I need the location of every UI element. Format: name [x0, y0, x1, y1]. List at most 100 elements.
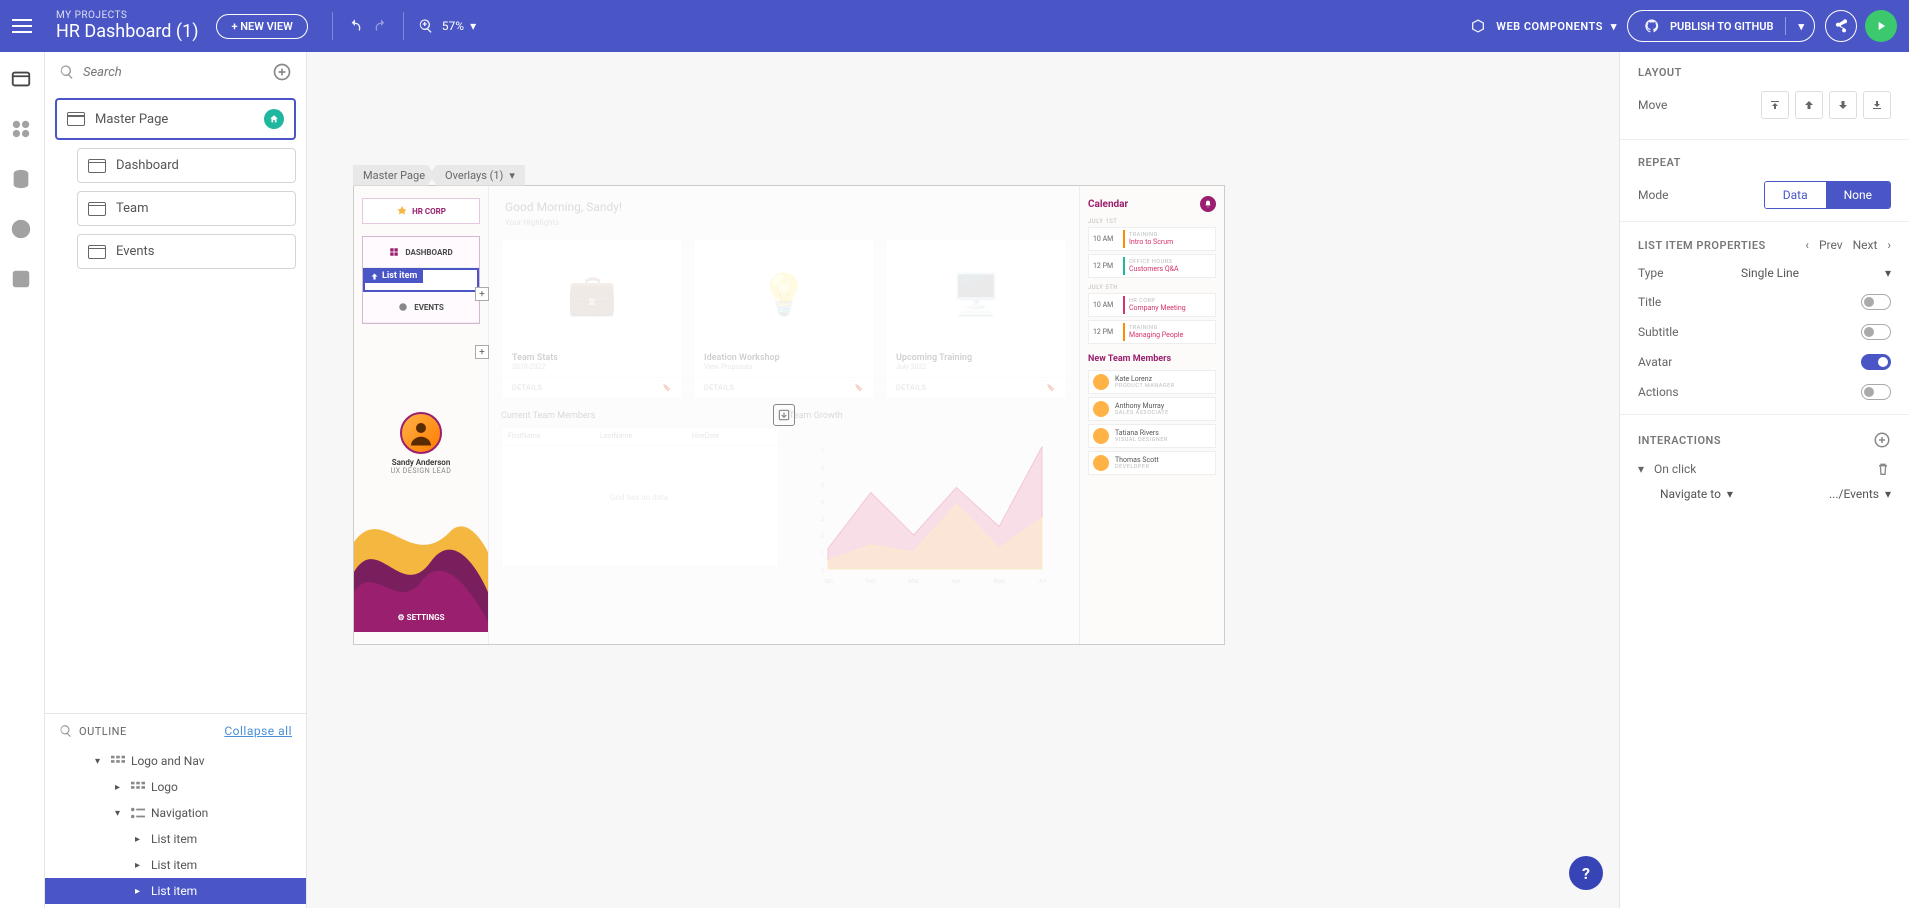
framework-label: WEB COMPONENTS: [1496, 20, 1603, 33]
actions-toggle[interactable]: [1861, 384, 1891, 400]
design-nav-listitem-selected[interactable]: List item: [363, 268, 479, 292]
move-down-button[interactable]: [1829, 91, 1857, 119]
help-button[interactable]: ?: [1569, 856, 1603, 890]
undo-icon[interactable]: [345, 16, 365, 36]
svg-text:Jul: Jul: [1038, 578, 1046, 585]
mode-none-button[interactable]: None: [1826, 182, 1890, 208]
target-select[interactable]: .../Events▾: [1829, 487, 1891, 501]
avatar-toggle[interactable]: [1861, 354, 1891, 370]
search-input[interactable]: [83, 65, 264, 80]
add-interaction-icon[interactable]: [1873, 431, 1891, 449]
share-button[interactable]: [1825, 10, 1857, 42]
chevron-down-icon: ▾: [1885, 487, 1891, 501]
svg-text:0: 0: [821, 567, 825, 574]
svg-text:May: May: [994, 578, 1005, 585]
page-label: Master Page: [95, 112, 168, 127]
chevron-down-icon: ▾: [1727, 487, 1733, 501]
action-select[interactable]: Navigate to▾: [1660, 487, 1733, 501]
chevron-down-icon[interactable]: ▾: [1638, 462, 1644, 476]
move-top-button[interactable]: [1761, 91, 1789, 119]
tree-label: Navigation: [151, 806, 208, 820]
page-icon: [88, 202, 106, 216]
tree-item[interactable]: ▾Navigation: [45, 800, 306, 826]
artboard[interactable]: HR CORP DASHBOARD List item: [353, 185, 1225, 645]
prop-label: Actions: [1638, 385, 1679, 399]
outline-header: OUTLINE Collapse all: [45, 713, 306, 748]
highlight-card: 💼 Team Stats 2010-2022 DETAILS🔖: [501, 239, 683, 399]
tree-item[interactable]: ▸List item: [45, 852, 306, 878]
team-member: Tatiana RiversVISUAL DESIGNER: [1088, 424, 1216, 448]
subtitle-toggle[interactable]: [1861, 324, 1891, 340]
svg-text:6: 6: [821, 465, 825, 472]
section-label: LAYOUT: [1638, 66, 1891, 79]
design-nav-events[interactable]: EVENTS: [363, 292, 479, 323]
preview-button[interactable]: [1865, 10, 1897, 42]
page-item-dashboard[interactable]: Dashboard: [77, 148, 296, 183]
date-label: JULY 1ST: [1088, 218, 1216, 225]
framework-icon: [1468, 16, 1488, 36]
page-item-team[interactable]: Team: [77, 191, 296, 226]
outline-tree[interactable]: ▾Logo and Nav ▸Logo ▾Navigation ▸List it…: [45, 748, 306, 908]
breadcrumb-item[interactable]: Overlays (1) ▾: [429, 165, 525, 186]
svg-text:4: 4: [821, 499, 825, 506]
type-select[interactable]: Single Line▾: [1741, 266, 1891, 280]
breadcrumb-item[interactable]: Master Page: [353, 165, 435, 186]
design-settings-button[interactable]: ⚙ SETTINGS: [362, 613, 480, 622]
publish-label: PUBLISH TO GITHUB: [1670, 20, 1774, 33]
rail-views-icon[interactable]: [10, 68, 34, 92]
interaction-name: On click: [1654, 462, 1696, 476]
page-item-events[interactable]: Events: [77, 234, 296, 269]
section-label: LIST ITEM PROPERTIES: [1638, 239, 1766, 252]
projects-label: MY PROJECTS: [56, 10, 198, 21]
insert-handle-icon[interactable]: +: [475, 345, 489, 359]
redo-icon[interactable]: [371, 16, 391, 36]
design-nav-dashboard[interactable]: DASHBOARD: [363, 237, 479, 268]
canvas[interactable]: Master Page Overlays (1) ▾ HR CORP DASHB…: [307, 52, 1619, 908]
rail-data-icon[interactable]: [10, 168, 34, 192]
next-button[interactable]: Next: [1853, 238, 1878, 252]
tree-item[interactable]: ▾Logo and Nav: [45, 748, 306, 774]
tree-item-selected[interactable]: ▸List item: [45, 878, 306, 904]
rail-components-icon[interactable]: [10, 118, 34, 142]
chevron-left-icon[interactable]: ‹: [1805, 238, 1809, 252]
title-toggle[interactable]: [1861, 294, 1891, 310]
tree-item[interactable]: ▸List item: [45, 826, 306, 852]
tree-item[interactable]: ▸Logo: [45, 774, 306, 800]
home-badge-icon: [264, 109, 284, 129]
svg-text:Feb: Feb: [866, 578, 876, 585]
add-page-icon[interactable]: [272, 62, 292, 82]
svg-text:7: 7: [821, 448, 825, 455]
new-view-button[interactable]: + NEW VIEW: [216, 14, 307, 39]
tool-rail: [0, 52, 45, 908]
mode-segmented[interactable]: Data None: [1764, 181, 1891, 209]
page-label: Events: [116, 244, 154, 259]
page-icon: [67, 112, 85, 126]
prop-label: Avatar: [1638, 355, 1672, 369]
publish-github-button[interactable]: PUBLISH TO GITHUB ▾: [1627, 10, 1815, 42]
prop-label: Title: [1638, 295, 1661, 309]
mode-label: Mode: [1638, 188, 1668, 202]
page-item-master[interactable]: Master Page: [55, 98, 296, 140]
collapse-all-link[interactable]: Collapse all: [224, 724, 292, 738]
chevron-right-icon[interactable]: ›: [1887, 238, 1891, 252]
project-title[interactable]: HR Dashboard (1): [56, 21, 198, 42]
prop-label: Type: [1638, 266, 1664, 280]
greeting-sub: Your Highlights: [489, 218, 1079, 227]
avatar: [400, 412, 442, 454]
prev-button[interactable]: Prev: [1819, 238, 1843, 252]
rail-assets-icon[interactable]: [10, 268, 34, 292]
github-icon: [1642, 16, 1662, 36]
svg-text:5: 5: [821, 482, 825, 489]
user-name: Sandy Anderson: [362, 458, 480, 467]
zoom-control[interactable]: 57% ▾: [416, 16, 476, 36]
framework-selector[interactable]: WEB COMPONENTS ▾: [1468, 16, 1617, 36]
menu-icon[interactable]: [12, 12, 40, 40]
design-nav: DASHBOARD List item EVENTS +: [362, 236, 480, 324]
rail-theme-icon[interactable]: [10, 218, 34, 242]
insert-handle-icon[interactable]: +: [475, 287, 489, 301]
mode-data-button[interactable]: Data: [1765, 182, 1826, 208]
design-user-block: Sandy Anderson UX DESIGN LEAD ⚙ SETTINGS: [362, 412, 480, 632]
delete-icon[interactable]: [1875, 461, 1891, 477]
move-bottom-button[interactable]: [1863, 91, 1891, 119]
move-up-button[interactable]: [1795, 91, 1823, 119]
